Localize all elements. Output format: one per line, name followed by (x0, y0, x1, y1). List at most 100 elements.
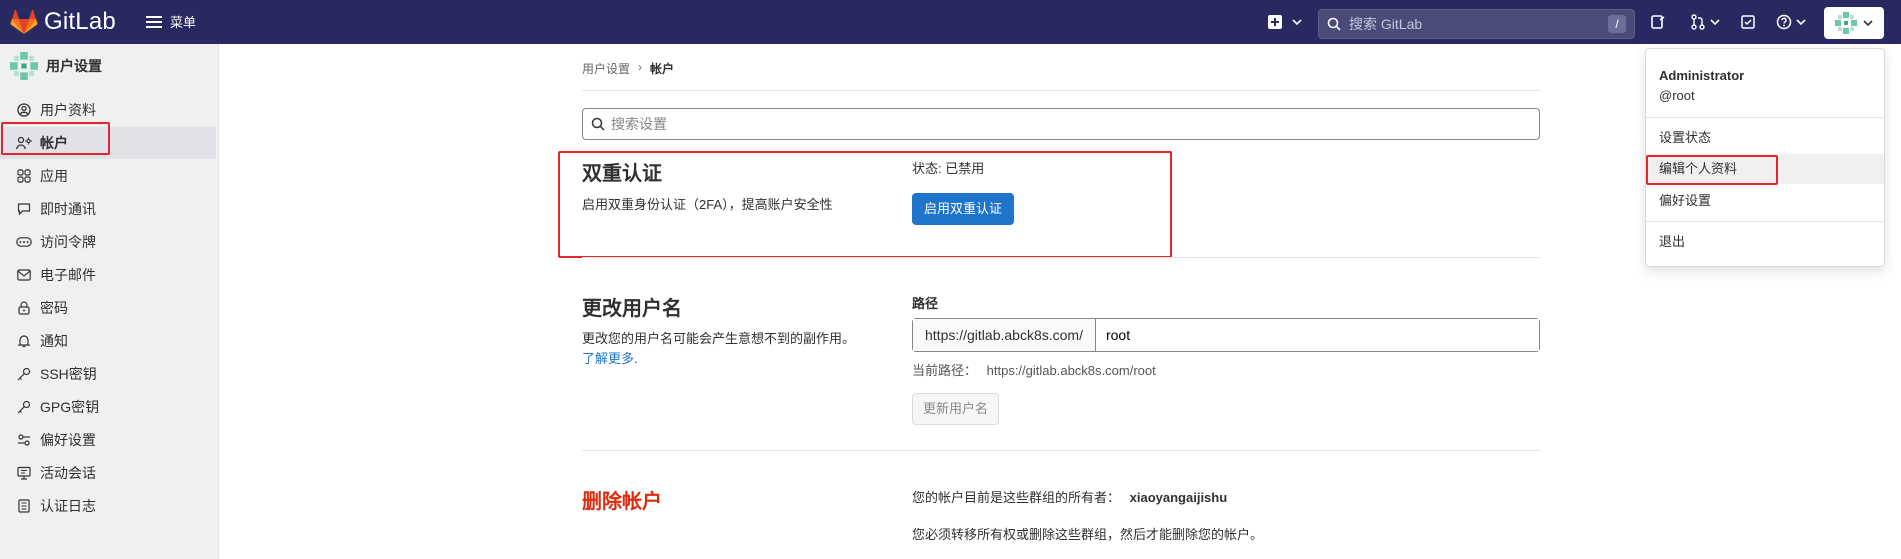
help-icon (1776, 14, 1792, 30)
owner-text-row: 您的帐户目前是这些群组的所有者： xiaoyangaijishu (912, 487, 1227, 506)
path-label: 路径 (912, 296, 939, 311)
current-path-row: 当前路径： https://gitlab.abck8s.com/root (912, 360, 1156, 379)
avatar (10, 52, 38, 80)
chevron-down-icon (1796, 19, 1806, 26)
dropdown-divider (1646, 221, 1884, 222)
user-menu-button[interactable] (1824, 7, 1884, 39)
key-icon (16, 399, 32, 415)
bell-icon (16, 333, 32, 349)
issues-icon (1651, 15, 1665, 29)
sidebar-header[interactable]: 用户设置 (10, 52, 102, 80)
dropdown-item-set-status[interactable]: 设置状态 (1646, 123, 1884, 153)
highlight-box-2fa (558, 151, 1172, 258)
search-shortcut-key: / (1608, 15, 1626, 33)
sidebar-item-preferences[interactable]: 偏好设置 (0, 424, 216, 456)
gitlab-logo[interactable]: GitLab (10, 8, 116, 36)
divider (582, 257, 1540, 258)
sidebar-item-label: 认证日志 (40, 498, 96, 514)
username-path-field: https://gitlab.abck8s.com/ (912, 318, 1540, 352)
chevron-down-icon (1710, 19, 1720, 26)
highlight-box-account (1, 122, 110, 155)
issues-nav-button[interactable] (1650, 0, 1666, 44)
delete-account-title: 删除帐户 (582, 491, 662, 513)
sidebar-item-label: GPG密钥 (40, 399, 100, 415)
sidebar-item-label: 即时通讯 (40, 201, 96, 217)
change-username-description: 更改您的用户名可能会产生意想不到的副作用。 (582, 331, 856, 346)
sidebar-item-auth-log[interactable]: 认证日志 (0, 490, 216, 522)
chevron-down-icon (1863, 20, 1873, 27)
sidebar-item-label: 活动会话 (40, 465, 96, 481)
breadcrumb: 用户设置 › 帐户 (582, 60, 674, 77)
learn-more-row: 了解更多. (582, 348, 638, 367)
sidebar-item-label: 偏好设置 (40, 432, 96, 448)
hamburger-icon (146, 15, 162, 28)
brand-name: GitLab (44, 8, 116, 35)
lock-icon (16, 300, 32, 316)
chevron-down-icon (1292, 19, 1302, 26)
dropdown-divider (1646, 117, 1884, 118)
merge-requests-dropdown[interactable] (1690, 0, 1720, 44)
global-search[interactable]: / (1318, 9, 1635, 39)
mail-icon (16, 267, 32, 283)
key-icon (16, 366, 32, 382)
sidebar-item-label: 访问令牌 (40, 234, 96, 250)
breadcrumb-current: 帐户 (650, 62, 675, 76)
sidebar-item-gpg-keys[interactable]: GPG密钥 (0, 391, 216, 423)
sidebar-item-label: 用户资料 (40, 102, 96, 118)
plus-square-icon (1268, 15, 1282, 29)
preferences-icon (16, 432, 32, 448)
top-navbar: GitLab 菜单 / (0, 0, 1901, 44)
merge-request-icon (1691, 14, 1705, 30)
settings-search-input[interactable] (611, 116, 1511, 132)
monitor-icon (16, 465, 32, 481)
sidebar-item-label: 通知 (40, 333, 68, 349)
sidebar-item-label: 密码 (40, 300, 68, 316)
update-username-button[interactable]: 更新用户名 (912, 393, 1000, 425)
path-prefix: https://gitlab.abck8s.com/ (913, 319, 1096, 351)
sidebar-item-label: 电子邮件 (40, 267, 96, 283)
learn-more-link[interactable]: 了解更多 (582, 351, 634, 366)
current-path-value: https://gitlab.abck8s.com/root (986, 363, 1156, 378)
avatar (1835, 12, 1857, 34)
sidebar-item-chat[interactable]: 即时通讯 (0, 193, 216, 225)
sidebar-item-notifications[interactable]: 通知 (0, 325, 216, 357)
main-menu-button[interactable]: 菜单 (146, 12, 196, 31)
todos-button[interactable] (1740, 0, 1756, 44)
sidebar-item-emails[interactable]: 电子邮件 (0, 259, 216, 291)
owner-text: 您的帐户目前是这些群组的所有者： (912, 490, 1121, 505)
change-username-title: 更改用户名 (582, 298, 682, 320)
dropdown-item-preferences[interactable]: 偏好设置 (1646, 186, 1884, 216)
dropdown-item-sign-out[interactable]: 退出 (1646, 227, 1884, 257)
owner-group-name: xiaoyangaijishu (1129, 490, 1228, 505)
sidebar-item-password[interactable]: 密码 (0, 292, 216, 324)
sidebar-title: 用户设置 (46, 58, 102, 74)
search-icon (591, 117, 605, 131)
gitlab-tanuki-icon (10, 9, 38, 34)
help-dropdown[interactable] (1776, 0, 1806, 44)
search-icon (1327, 17, 1341, 31)
sidebar-item-label: 应用 (40, 168, 68, 184)
sidebar-item-label: SSH密钥 (40, 366, 97, 382)
divider (582, 450, 1540, 451)
learn-more-suffix: . (634, 351, 638, 366)
highlight-box-edit-profile (1646, 155, 1778, 185)
username-input[interactable] (1095, 319, 1539, 351)
dropdown-username: @root (1659, 88, 1695, 103)
token-icon (16, 234, 32, 250)
sidebar-item-applications[interactable]: 应用 (0, 160, 216, 192)
menu-label: 菜单 (170, 15, 197, 30)
settings-search[interactable] (582, 108, 1540, 140)
transfer-text: 您必须转移所有权或删除这些群组，然后才能删除您的帐户。 (912, 527, 1264, 542)
breadcrumb-separator: › (638, 60, 643, 74)
sidebar-item-access-tokens[interactable]: 访问令牌 (0, 226, 216, 258)
divider (582, 90, 1540, 91)
log-icon (16, 498, 32, 514)
chat-icon (16, 201, 32, 217)
sidebar-item-ssh-keys[interactable]: SSH密钥 (0, 358, 216, 390)
current-path-label: 当前路径： (912, 363, 978, 378)
breadcrumb-parent-link[interactable]: 用户设置 (582, 60, 630, 77)
sidebar-item-active-sessions[interactable]: 活动会话 (0, 457, 216, 489)
global-search-input[interactable] (1349, 16, 1599, 32)
create-new-dropdown[interactable] (1268, 0, 1302, 44)
dropdown-user-name: Administrator (1659, 68, 1745, 83)
